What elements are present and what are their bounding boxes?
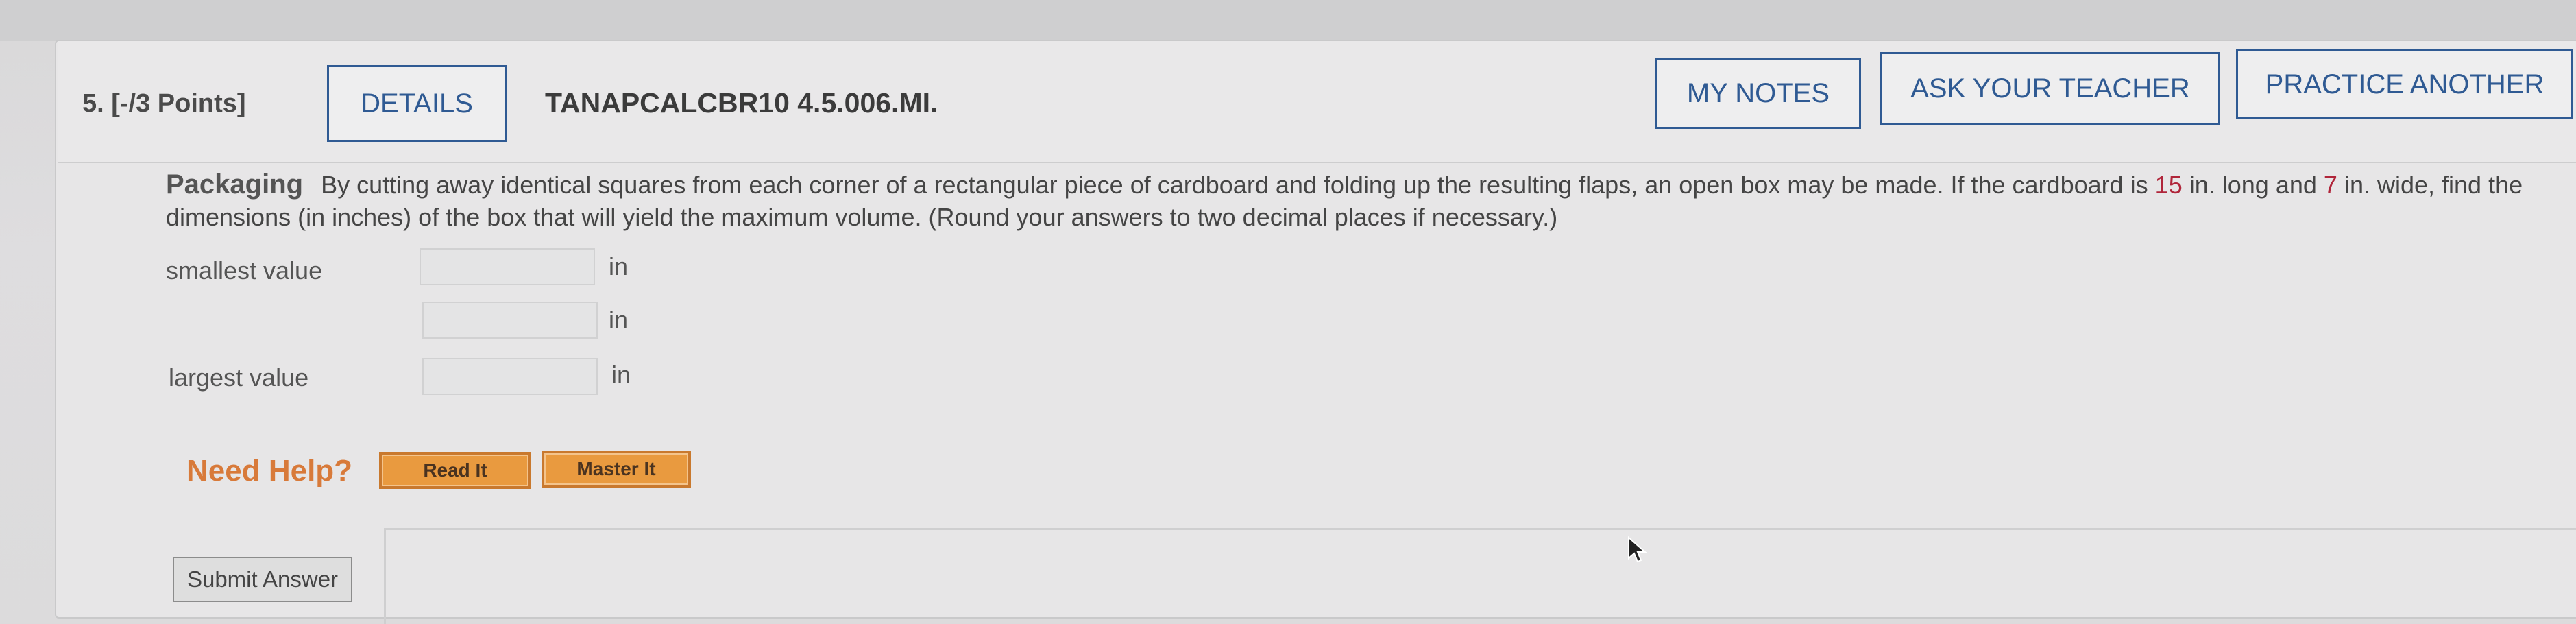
smallest-value-label: smallest value xyxy=(166,256,323,285)
master-it-button[interactable]: Master It xyxy=(542,451,691,488)
unit-label-1: in xyxy=(609,252,629,280)
mouse-cursor-icon xyxy=(1628,536,1647,563)
largest-value-label: largest value xyxy=(169,363,309,392)
need-help-label: Need Help? xyxy=(186,454,353,488)
problem-text: Packaging By cutting away identical squar… xyxy=(166,169,2551,233)
ask-teacher-button[interactable]: ASK YOUR TEACHER xyxy=(1880,52,2220,125)
page-top-edge xyxy=(0,0,2576,41)
details-button[interactable]: DETAILS xyxy=(327,65,507,142)
practice-another-button[interactable]: PRACTICE ANOTHER xyxy=(2236,49,2573,119)
question-code: TANAPCALCBR10 4.5.006.MI. xyxy=(545,87,938,119)
problem-title: Packaging xyxy=(166,169,304,200)
answer-input-middle[interactable] xyxy=(422,302,598,339)
submit-answer-button[interactable]: Submit Answer xyxy=(173,557,352,602)
problem-text-part2: in. long and xyxy=(2189,171,2317,199)
unit-label-2: in xyxy=(609,306,629,334)
my-notes-button[interactable]: MY NOTES xyxy=(1655,58,1861,129)
problem-text-part1: By cutting away identical squares from e… xyxy=(321,171,2148,199)
section-divider-vertical xyxy=(384,528,386,624)
section-divider xyxy=(384,528,2576,530)
cardboard-width-value: 7 xyxy=(2323,171,2337,199)
unit-label-3: in xyxy=(611,361,631,389)
read-it-button[interactable]: Read It xyxy=(379,452,531,489)
question-number: 5. [-/3 Points] xyxy=(82,89,246,118)
answer-input-smallest[interactable] xyxy=(420,248,595,285)
cardboard-length-value: 15 xyxy=(2154,171,2183,199)
answer-input-largest[interactable] xyxy=(422,358,598,395)
